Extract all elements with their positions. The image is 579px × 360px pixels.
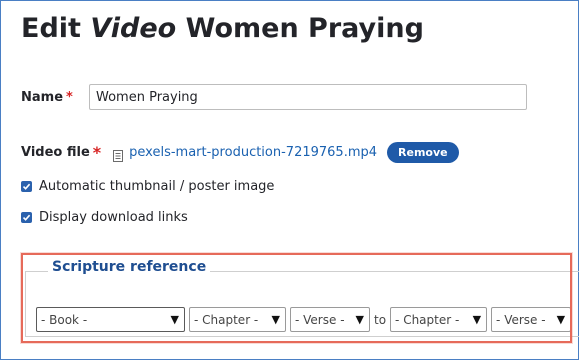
auto-thumbnail-label: Automatic thumbnail / poster image (39, 179, 275, 194)
name-label-wrap: Name * (21, 90, 89, 105)
check-icon (22, 183, 31, 190)
title-name: Women Praying (185, 13, 424, 44)
title-type: Video (90, 13, 177, 44)
download-links-checkbox[interactable] (21, 212, 32, 223)
download-links-option[interactable]: Display download links (21, 210, 188, 225)
video-file-label: Video file (21, 145, 90, 160)
auto-thumbnail-checkbox[interactable] (21, 181, 32, 192)
auto-thumbnail-option[interactable]: Automatic thumbnail / poster image (21, 179, 274, 194)
video-file-link[interactable]: pexels-mart-production-7219765.mp4 (129, 145, 377, 160)
check-icon (22, 214, 31, 221)
remove-button[interactable]: Remove (387, 142, 459, 163)
required-marker: * (66, 89, 73, 105)
video-file-row: Video file * pexels-mart-production-7219… (21, 142, 459, 163)
page-title: Edit Video Women Praying (21, 13, 424, 44)
file-icon (113, 147, 124, 162)
highlight-box (21, 253, 572, 343)
download-links-label: Display download links (39, 210, 188, 225)
required-marker: * (92, 143, 102, 162)
name-label: Name (21, 89, 64, 105)
name-row: Name * (21, 84, 527, 110)
name-input[interactable] (89, 84, 527, 110)
title-prefix: Edit (21, 13, 81, 44)
